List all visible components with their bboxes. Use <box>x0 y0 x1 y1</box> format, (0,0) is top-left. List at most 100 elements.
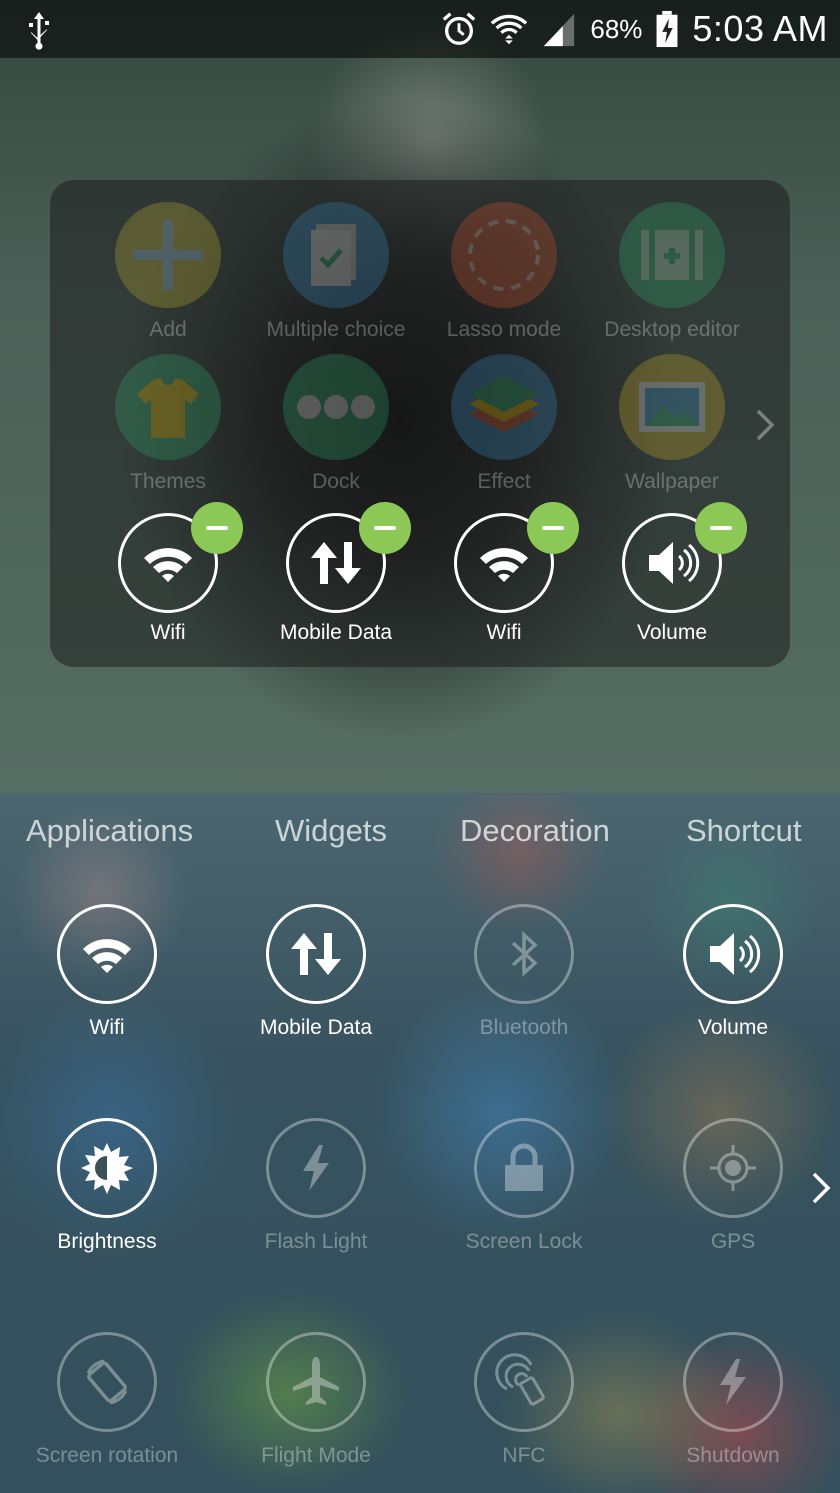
selected-shortcut-volume[interactable]: Volume <box>588 502 756 663</box>
volume-icon <box>710 933 761 975</box>
nfc-icon <box>495 1353 545 1406</box>
chevron-right-icon[interactable] <box>754 405 778 445</box>
app-label: Wallpaper <box>625 470 719 493</box>
chevron-right-icon[interactable] <box>810 1168 834 1208</box>
shortcut-ring <box>683 1332 783 1432</box>
shortcut-ring <box>683 1118 783 1218</box>
shortcut-screen-lock[interactable]: Screen Lock <box>420 1118 628 1268</box>
status-bar: 68% 5:03 AM <box>0 0 840 58</box>
shortcut-label: Volume <box>636 621 708 644</box>
add-icon <box>115 202 221 308</box>
wifi-signal-icon <box>491 14 528 45</box>
shortcut-ring <box>683 904 783 1004</box>
shortcut-grid: Wifi Mobile Data Bluetooth Volume Bright… <box>0 793 840 1493</box>
bluetooth-icon <box>511 931 538 977</box>
shortcut-brightness[interactable]: Brightness <box>3 1118 211 1268</box>
shortcut-flight-mode[interactable]: Flight Mode <box>212 1332 420 1482</box>
desktop-editor-icon <box>619 202 725 308</box>
selected-shortcut-wifi-2[interactable]: Wifi <box>420 502 588 663</box>
app-dock[interactable]: Dock <box>252 332 420 493</box>
app-desktop-editor[interactable]: Desktop editor <box>588 180 756 341</box>
selected-shortcut-wifi[interactable]: Wifi <box>84 502 252 663</box>
battery-percent: 68% <box>590 13 643 44</box>
shortcut-label: Shutdown <box>686 1444 780 1467</box>
shortcut-ring <box>474 904 574 1004</box>
volume-icon <box>649 542 700 584</box>
mobile-data-icon <box>311 542 361 584</box>
minus-icon <box>710 526 732 530</box>
app-add[interactable]: Add <box>84 180 252 341</box>
shortcut-ring <box>266 1332 366 1432</box>
shortcut-volume[interactable]: Volume <box>629 904 837 1054</box>
shortcut-label: GPS <box>710 1230 756 1253</box>
shortcut-label: Wifi <box>89 1016 125 1039</box>
app-multiple-choice[interactable]: Multiple choice <box>252 180 420 341</box>
battery-charging-icon <box>656 10 678 48</box>
lock-icon <box>505 1143 543 1191</box>
remove-button[interactable] <box>527 502 579 554</box>
shortcut-ring <box>474 1118 574 1218</box>
remove-button[interactable] <box>191 502 243 554</box>
shortcut-label: Screen Lock <box>465 1230 583 1253</box>
shortcut-ring <box>474 1332 574 1432</box>
shortcut-nfc[interactable]: NFC <box>420 1332 628 1482</box>
app-lasso-mode[interactable]: Lasso mode <box>420 180 588 341</box>
app-effect[interactable]: Effect <box>420 332 588 493</box>
lasso-icon <box>451 202 557 308</box>
shortcut-ring <box>454 502 579 613</box>
shortcut-ring <box>266 1118 366 1218</box>
flashlight-icon <box>303 1145 329 1191</box>
shortcut-gps[interactable]: GPS <box>629 1118 837 1268</box>
shortcut-bluetooth[interactable]: Bluetooth <box>420 904 628 1054</box>
minus-icon <box>374 526 396 530</box>
shortcut-label: Bluetooth <box>479 1016 569 1039</box>
app-label: Themes <box>130 470 206 493</box>
remove-button[interactable] <box>695 502 747 554</box>
shortcut-sheet: Applications Widgets Decoration Shortcut… <box>0 793 840 1493</box>
selected-shortcut-mobile-data[interactable]: Mobile Data <box>252 502 420 663</box>
shortcut-wifi[interactable]: Wifi <box>3 904 211 1054</box>
wifi-icon <box>144 548 192 582</box>
minus-icon <box>206 526 228 530</box>
remove-button[interactable] <box>359 502 411 554</box>
clock-time: 5:03 AM <box>692 8 828 49</box>
shortcut-label: Volume <box>697 1016 769 1039</box>
app-label: Dock <box>312 470 360 493</box>
shortcut-label: Flash Light <box>264 1230 368 1253</box>
shortcut-shutdown[interactable]: Shutdown <box>629 1332 837 1482</box>
shortcut-ring <box>57 904 157 1004</box>
wallpaper-icon <box>619 354 725 460</box>
shortcut-label: Brightness <box>57 1230 157 1253</box>
app-wallpaper[interactable]: Wallpaper <box>588 332 756 493</box>
cell-signal-icon <box>544 13 575 47</box>
shortcut-label: Mobile Data <box>259 1016 373 1039</box>
shortcut-label: Wifi <box>150 621 186 644</box>
shutdown-icon <box>720 1359 746 1405</box>
shortcut-label: Flight Mode <box>261 1444 371 1467</box>
mobile-data-icon <box>291 933 341 975</box>
dock-icon <box>283 354 389 460</box>
shortcut-label: NFC <box>502 1444 546 1467</box>
shortcut-ring <box>622 502 747 613</box>
wifi-icon <box>83 939 131 973</box>
app-grid: Add Multiple choice Lasso mode Desktop e… <box>50 180 790 520</box>
wifi-icon <box>480 548 528 582</box>
shortcut-ring <box>57 1332 157 1432</box>
usb-icon <box>29 12 49 50</box>
shortcut-mobile-data[interactable]: Mobile Data <box>212 904 420 1054</box>
airplane-icon <box>293 1357 339 1405</box>
shortcut-ring <box>266 904 366 1004</box>
app-themes[interactable]: Themes <box>84 332 252 493</box>
brightness-icon <box>81 1143 133 1194</box>
rotation-icon <box>86 1359 128 1405</box>
shortcut-ring <box>286 502 411 613</box>
shortcut-screen-rotation[interactable]: Screen rotation <box>3 1332 211 1482</box>
themes-icon <box>115 354 221 460</box>
shortcut-flash-light[interactable]: Flash Light <box>212 1118 420 1268</box>
app-label: Effect <box>477 470 531 493</box>
shortcut-ring <box>118 502 243 613</box>
shortcut-label: Mobile Data <box>279 621 393 644</box>
minus-icon <box>542 526 564 530</box>
gps-icon <box>710 1145 756 1191</box>
edit-panel: Add Multiple choice Lasso mode Desktop e… <box>50 180 790 667</box>
